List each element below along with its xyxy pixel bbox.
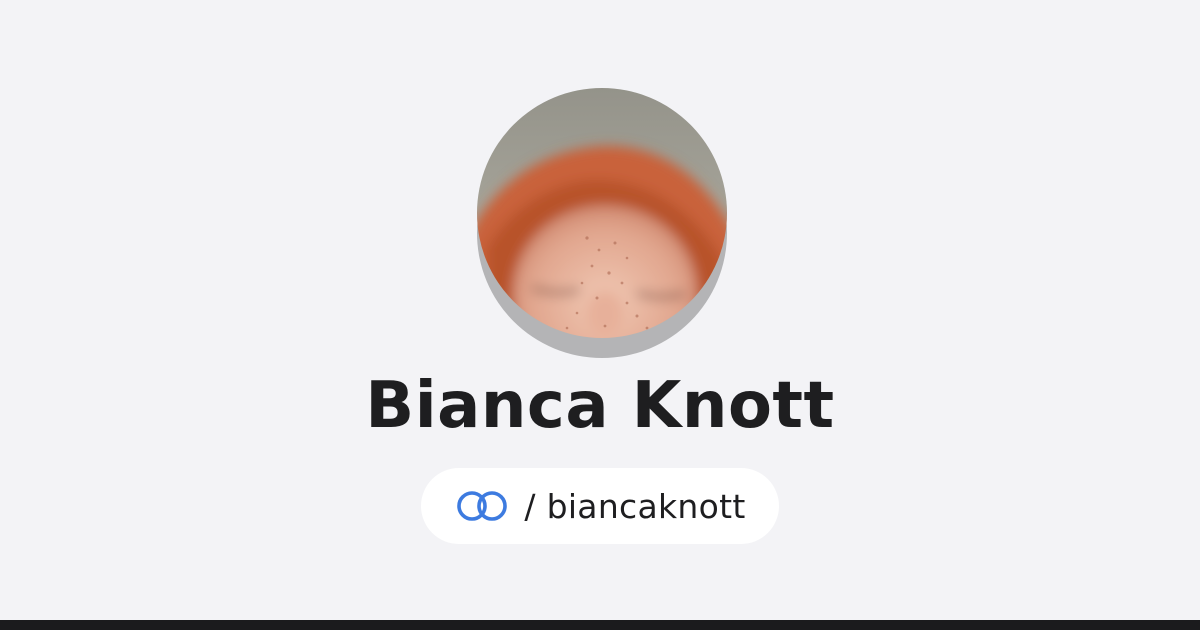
profile-handle: / biancaknott xyxy=(524,486,746,526)
linked-rings-icon xyxy=(457,491,508,521)
bottom-bar xyxy=(0,620,1200,630)
profile-card: Bianca Knott / biancaknott xyxy=(0,0,1200,620)
profile-link-pill[interactable]: / biancaknott xyxy=(421,468,779,544)
profile-name: Bianca Knott xyxy=(365,369,835,443)
avatar xyxy=(477,88,727,338)
avatar-photo xyxy=(477,88,727,338)
